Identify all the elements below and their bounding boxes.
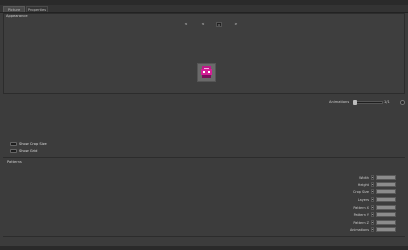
crop-size-label: Crop Size	[353, 189, 369, 194]
show-grid-row[interactable]: Show Grid	[10, 148, 37, 153]
pattern-y-row: Pattern Y ▴	[330, 212, 396, 217]
animation-value: 1/1	[384, 100, 390, 104]
sprite-image	[201, 66, 212, 78]
show-grid-label: Show Grid	[19, 148, 38, 153]
status-bar	[0, 246, 408, 250]
patterns-label: Patterns	[7, 160, 22, 164]
animations-spinner[interactable]: ▴	[371, 227, 374, 232]
sprite-preview	[197, 63, 216, 82]
previous-frame-button[interactable]: <	[200, 22, 206, 27]
pattern-x-row: Pattern X ▴	[330, 205, 396, 210]
width-row: Width ▴	[330, 175, 396, 180]
width-spinner[interactable]: ▴	[371, 175, 374, 180]
height-spinner[interactable]: ▴	[371, 182, 374, 187]
animation-play-button[interactable]	[400, 100, 405, 105]
tab-picture[interactable]: Picture	[3, 6, 25, 12]
animations-row: Animations ▴	[330, 227, 396, 232]
height-label: Height	[357, 182, 369, 187]
pattern-z-spinner[interactable]: ▴	[371, 220, 374, 225]
width-label: Width	[359, 175, 369, 180]
pattern-y-spinner[interactable]: ▴	[371, 212, 374, 217]
layers-row: Layers ▴	[330, 197, 396, 202]
crop-size-row: Crop Size ▴	[330, 189, 396, 194]
current-frame-button[interactable]: =	[216, 22, 222, 27]
bottom-divider	[3, 236, 405, 237]
pattern-x-label: Pattern X	[353, 205, 369, 210]
animations-label: Animations	[349, 227, 369, 232]
layers-field[interactable]	[376, 197, 396, 202]
animation-slider-thumb[interactable]	[353, 100, 357, 105]
animations-field[interactable]	[376, 227, 396, 232]
crop-size-spinner[interactable]: ▴	[371, 189, 374, 194]
pattern-z-row: Pattern Z ▴	[330, 220, 396, 225]
pattern-z-label: Pattern Z	[353, 220, 369, 225]
height-row: Height ▴	[330, 182, 396, 187]
height-field[interactable]	[376, 182, 396, 187]
patterns-divider	[3, 157, 405, 158]
pattern-z-field[interactable]	[376, 220, 396, 225]
tab-properties[interactable]: Properties	[26, 6, 48, 12]
next-frame-button[interactable]: >	[233, 22, 239, 27]
pattern-y-field[interactable]	[376, 212, 396, 217]
show-crop-size-label: Show Crop Size	[19, 141, 47, 146]
pattern-x-spinner[interactable]: ▴	[371, 205, 374, 210]
animation-label: Animations	[329, 100, 350, 104]
appearance-label: Appearance	[6, 14, 28, 18]
show-crop-size-checkbox[interactable]	[10, 141, 17, 146]
width-field[interactable]	[376, 175, 396, 180]
show-crop-size-row[interactable]: Show Crop Size	[10, 141, 47, 146]
pattern-x-field[interactable]	[376, 205, 396, 210]
first-frame-button[interactable]: <	[183, 22, 189, 27]
layers-spinner[interactable]: ▴	[371, 197, 374, 202]
layers-label: Layers	[357, 197, 369, 202]
tab-strip: Picture Properties	[0, 5, 408, 13]
show-grid-checkbox[interactable]	[10, 148, 17, 153]
animation-slider[interactable]	[353, 101, 383, 104]
crop-size-field[interactable]	[376, 189, 396, 194]
pattern-y-label: Pattern Y	[353, 212, 369, 217]
